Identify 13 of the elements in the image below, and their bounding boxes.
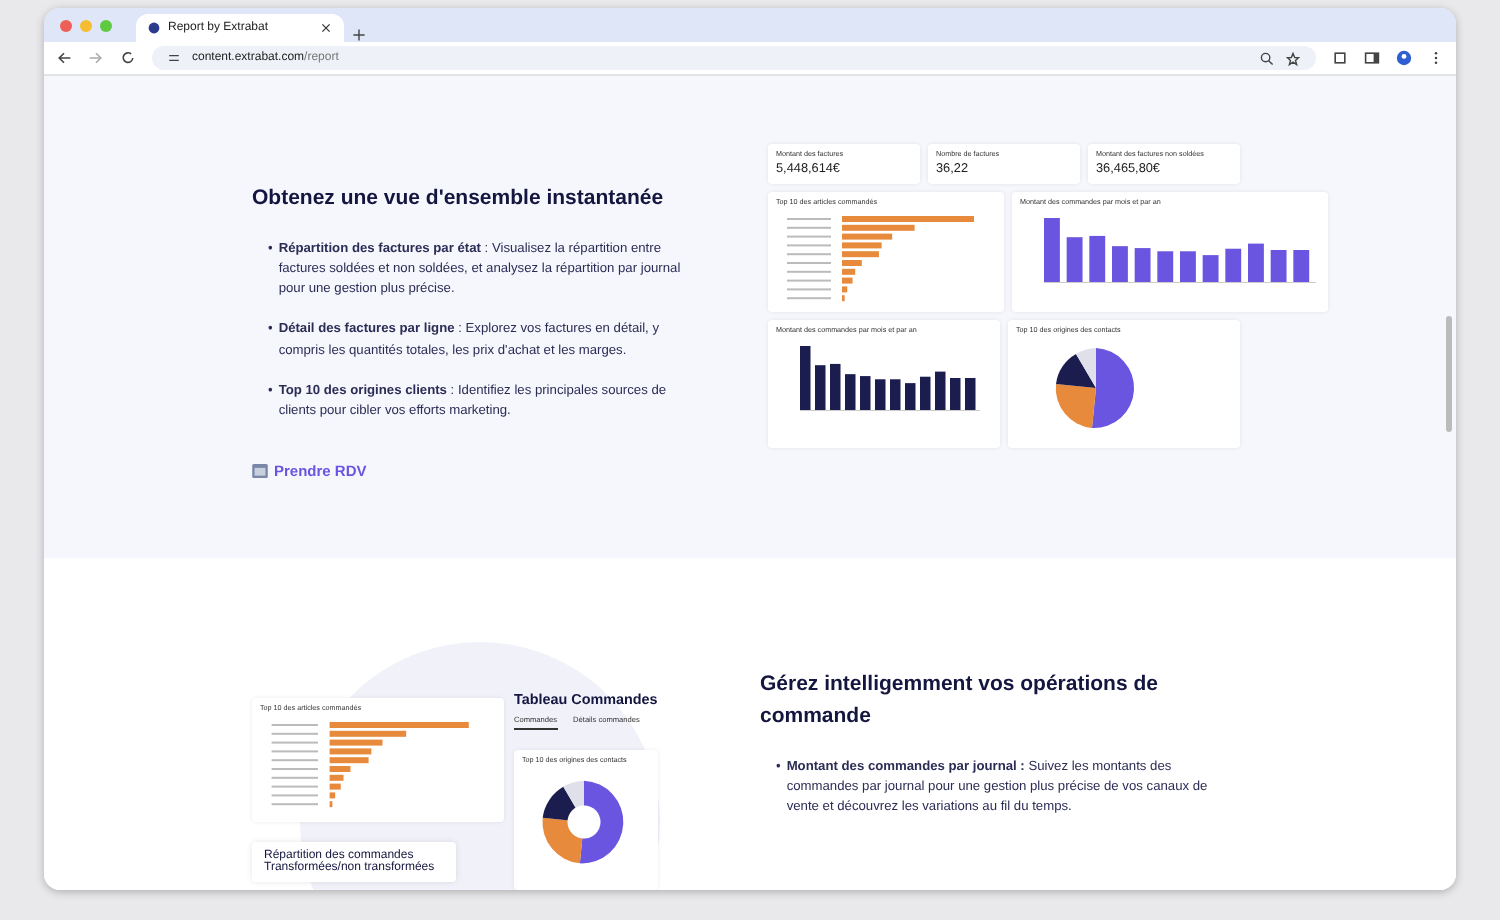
profile-icon[interactable] xyxy=(1396,50,1412,66)
plus-icon[interactable] xyxy=(352,28,366,42)
calendar-icon xyxy=(252,464,268,479)
search-icon[interactable] xyxy=(1260,51,1274,65)
sidebar-icon[interactable] xyxy=(1364,50,1380,66)
section-heading: Obtenez une vue d'ensemble instantanée xyxy=(252,184,666,214)
scrollbar[interactable] xyxy=(1446,316,1452,432)
section-heading: Gérez intelligemment vos opérations de commande xyxy=(760,670,1160,732)
back-icon[interactable] xyxy=(56,50,72,66)
close-icon[interactable] xyxy=(320,22,332,34)
star-icon[interactable] xyxy=(1286,51,1300,65)
logo-icon xyxy=(148,22,160,34)
reload-icon[interactable] xyxy=(120,50,136,66)
